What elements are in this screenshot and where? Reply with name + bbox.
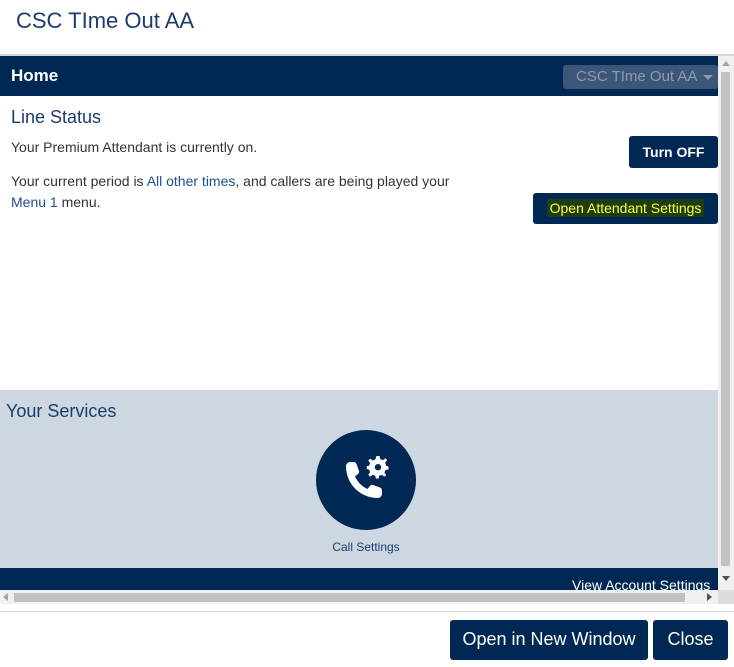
home-header-bar: Home CSC TIme Out AA (0, 56, 718, 96)
call-settings-label: Call Settings (332, 540, 400, 554)
period-suffix: menu. (57, 194, 101, 210)
period-middle: , and callers are being played your (235, 173, 450, 189)
footer-divider (0, 611, 734, 612)
open-in-new-window-button[interactable]: Open in New Window (450, 620, 648, 660)
services-title: Your Services (6, 401, 117, 421)
scroll-up-arrow-icon[interactable] (722, 61, 730, 66)
attendant-status-text: Your Premium Attendant is currently on. (11, 139, 258, 155)
scroll-left-arrow-icon[interactable] (3, 593, 8, 601)
dialog-title: CSC TIme Out AA (16, 8, 195, 33)
period-link[interactable]: All other times (147, 173, 236, 189)
line-status-title: Line Status (11, 107, 102, 127)
open-attendant-settings-label: Open Attendant Settings (546, 199, 705, 217)
vertical-scrollbar[interactable] (718, 56, 734, 590)
open-attendant-settings-button[interactable]: Open Attendant Settings (533, 193, 718, 224)
services-panel: Your Services Call Settings (0, 390, 718, 568)
call-settings-button[interactable] (316, 430, 416, 530)
phone-gear-icon (346, 456, 389, 498)
account-select[interactable]: CSC TIme Out AA (563, 65, 718, 89)
scroll-down-arrow-icon[interactable] (722, 576, 730, 581)
menu-link[interactable]: Menu 1 (11, 194, 58, 210)
horizontal-scrollbar[interactable] (0, 590, 718, 604)
content-frame: Home CSC TIme Out AA Line Status Your Pr… (0, 56, 734, 606)
account-select-value: CSC TIme Out AA (576, 68, 698, 85)
period-prefix: Your current period is (11, 173, 147, 189)
close-button[interactable]: Close (653, 620, 728, 660)
home-title: Home (11, 66, 59, 85)
turn-off-button[interactable]: Turn OFF (629, 136, 718, 168)
vertical-scroll-thumb[interactable] (721, 72, 730, 566)
scroll-right-arrow-icon[interactable] (707, 593, 712, 601)
footer-bar: View Account Settings (0, 568, 718, 592)
scrollbar-corner (718, 590, 734, 604)
horizontal-scroll-thumb[interactable] (14, 593, 685, 602)
current-period-text: Your current period is All other times, … (11, 171, 471, 213)
caret-down-icon (703, 75, 713, 80)
